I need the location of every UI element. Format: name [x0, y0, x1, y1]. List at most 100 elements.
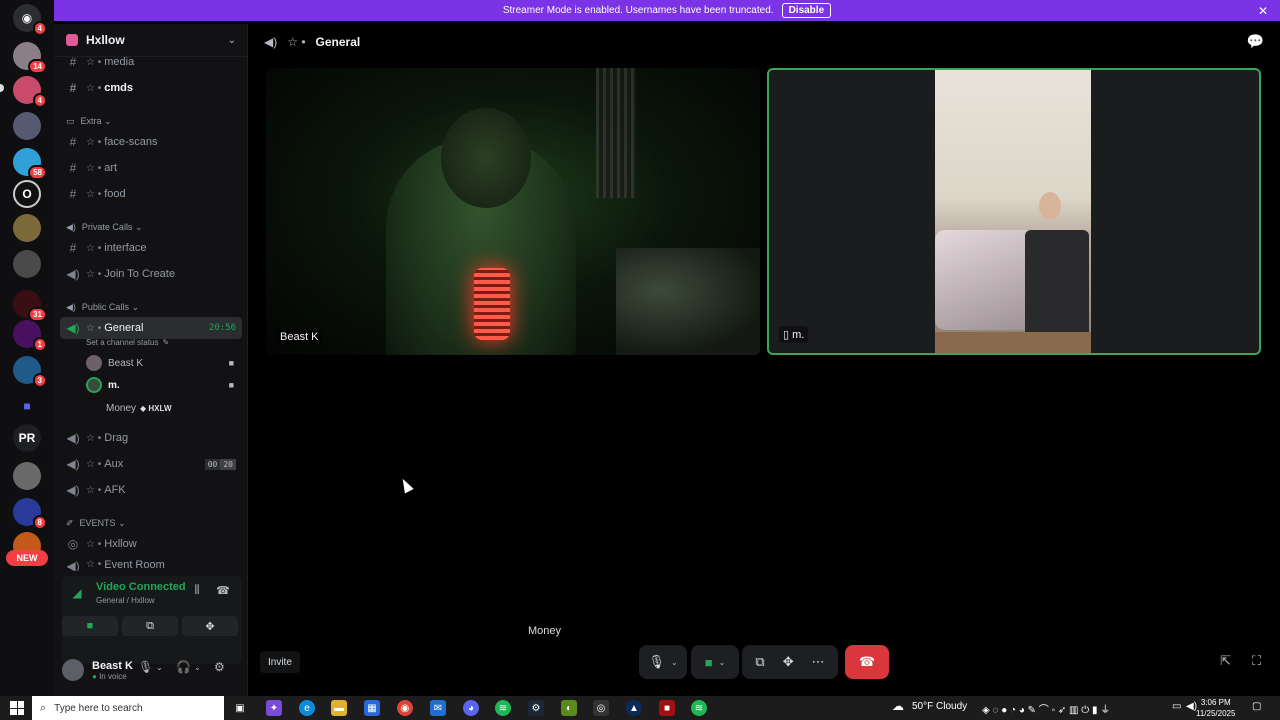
invite-button[interactable]: Invite: [260, 651, 300, 673]
spotify-icon[interactable]: ≋: [691, 700, 707, 716]
notification-icon[interactable]: ▢: [1252, 701, 1261, 712]
nvidia-icon[interactable]: ◐: [561, 700, 577, 716]
server-icon[interactable]: [13, 462, 41, 490]
close-icon[interactable]: ✕: [1258, 4, 1268, 18]
category-events[interactable]: ✐ EVENTS ⌄: [66, 516, 126, 530]
channel-header: ◀) ☆ • General: [264, 32, 360, 52]
channel-hxllow-stage[interactable]: ◎ ☆ • Hxllow: [60, 533, 242, 555]
category-extra[interactable]: ▭ Extra ⌄: [66, 114, 112, 128]
channel-cmds[interactable]: # ☆ • cmds: [60, 77, 242, 99]
channel-media[interactable]: # ☆ • media: [60, 51, 242, 73]
server-icon[interactable]: O: [13, 180, 41, 208]
server-icon[interactable]: [13, 214, 41, 242]
voice-user[interactable]: Beast K ■: [86, 354, 242, 372]
channel-aux[interactable]: ◀) ☆ • Aux 00 20: [60, 453, 242, 475]
voice-status-subtitle[interactable]: General / Hxllow: [96, 596, 155, 605]
category-public-calls[interactable]: ◀) Public Calls ⌄: [66, 300, 139, 314]
activities-icon[interactable]: ✥: [783, 654, 794, 670]
channel-join-to-create[interactable]: ◀) ☆ • Join To Create: [60, 263, 242, 285]
headphones-icon[interactable]: 🎧: [176, 660, 191, 674]
discord-taskbar-icon[interactable]: ◕: [463, 700, 479, 716]
server-icon[interactable]: [13, 250, 41, 278]
channel-food[interactable]: # ☆ • food: [60, 183, 242, 205]
channel-event-room[interactable]: ◀) ☆ • Event Room: [60, 559, 242, 571]
gear-icon[interactable]: ⚙: [214, 660, 225, 674]
camera-button[interactable]: ■: [62, 616, 118, 636]
file-explorer-icon[interactable]: ▬: [331, 700, 347, 716]
channel-drag[interactable]: ◀) ☆ • Drag: [60, 427, 242, 449]
disable-button[interactable]: Disable: [781, 3, 832, 18]
more-icon[interactable]: ⋯: [812, 654, 825, 670]
camera-toggle-button[interactable]: ■ ⌄: [691, 645, 739, 679]
chevron-down-icon[interactable]: ⌄: [194, 663, 201, 672]
speaker-icon: ◀): [66, 431, 80, 445]
avatar[interactable]: [62, 659, 84, 681]
server-icon[interactable]: 3: [13, 356, 47, 388]
channel-face-scans[interactable]: # ☆ • face-scans: [60, 131, 242, 153]
noise-suppression-icon[interactable]: ⫼: [188, 584, 206, 602]
voice-status-title[interactable]: Video Connected: [96, 581, 186, 593]
chat-bubble-icon[interactable]: 💬: [1247, 33, 1264, 50]
star-icon: ☆ •: [287, 35, 306, 49]
speaker-icon: ◀): [66, 301, 76, 312]
server-icon[interactable]: 8: [13, 498, 47, 530]
mute-button[interactable]: 🎙 ⌄: [639, 645, 687, 679]
app-icon[interactable]: ■: [659, 700, 675, 716]
channel-title: General: [315, 35, 361, 49]
voice-user[interactable]: m. ■: [86, 376, 242, 394]
weather-text[interactable]: 50°F Cloudy: [912, 701, 967, 712]
clock-date: 11/25/2025: [1196, 709, 1236, 718]
server-icon[interactable]: 58: [13, 148, 47, 180]
star-icon: ☆ •: [86, 82, 102, 94]
fullscreen-icon[interactable]: ⛶: [1252, 653, 1261, 669]
app-icon[interactable]: ◎: [593, 700, 609, 716]
pop-out-icon[interactable]: ⇱: [1220, 653, 1231, 669]
voice-user[interactable]: Money ◆ HXLW: [106, 399, 262, 417]
channel-interface[interactable]: # ☆ • interface: [60, 237, 242, 259]
channel-label: media: [104, 56, 135, 68]
windows-start-icon[interactable]: [10, 701, 24, 715]
channel-status[interactable]: Set a channel status ✎: [86, 338, 169, 347]
disconnect-icon[interactable]: ☎: [214, 584, 232, 602]
end-call-button[interactable]: ☎: [845, 645, 889, 679]
activities-button[interactable]: ✥: [182, 616, 238, 636]
category-private-calls[interactable]: ◀) Private Calls ⌄: [66, 220, 142, 234]
star-icon: ☆ •: [86, 268, 102, 280]
channel-general[interactable]: ◀) ☆ • General 20:56: [60, 317, 242, 339]
discord-home-icon[interactable]: ◉ 4: [13, 4, 47, 36]
folder-icon[interactable]: ■: [13, 392, 41, 420]
chevron-down-icon[interactable]: ⌄: [156, 663, 163, 672]
app-icon[interactable]: ▲: [626, 700, 642, 716]
channel-afk[interactable]: ◀) ☆ • AFK: [60, 479, 242, 501]
camera-icon: ■: [228, 358, 234, 368]
hash-icon: #: [69, 187, 77, 201]
server-icon[interactable]: 4: [13, 76, 47, 108]
video-tile-speaking[interactable]: ▯ m.: [767, 68, 1261, 355]
copilot-icon[interactable]: ✦: [266, 700, 282, 716]
streamer-mode-banner: Streamer Mode is enabled. Usernames have…: [54, 0, 1280, 21]
server-pr[interactable]: PR: [13, 424, 41, 452]
chrome-icon[interactable]: ◉: [397, 700, 413, 716]
network-icon[interactable]: ▭: [1172, 701, 1181, 712]
share-screen-button[interactable]: ⧉: [122, 616, 178, 636]
channel-label: Join To Create: [104, 268, 175, 280]
user-count: 00: [204, 458, 221, 470]
server-icon[interactable]: 1: [13, 320, 47, 352]
microphone-icon[interactable]: 🎙: [138, 660, 153, 674]
channel-art[interactable]: # ☆ • art: [60, 157, 242, 179]
system-tray-icons[interactable]: ◈ ◌ ● ◔ ◕ ✎ ⌒ ◦ ➶ ▥ ⏻ ▮ ⏚: [982, 701, 1110, 716]
video-tile[interactable]: Beast K: [266, 68, 760, 355]
server-icon[interactable]: 31: [13, 290, 47, 322]
taskbar-search[interactable]: ⌕ Type here to search: [32, 696, 224, 720]
user-name[interactable]: Beast K: [92, 660, 133, 672]
task-view-icon[interactable]: ▣: [232, 700, 248, 716]
outlook-icon[interactable]: ✉: [430, 700, 446, 716]
store-icon[interactable]: ▦: [364, 700, 380, 716]
server-icon[interactable]: 14: [13, 42, 47, 74]
spotify-icon[interactable]: ≋: [495, 700, 511, 716]
edge-icon[interactable]: e: [299, 700, 315, 716]
clock[interactable]: 3:06 PM 11/25/2025: [1196, 697, 1235, 719]
screen-share-icon[interactable]: ⧉: [755, 654, 764, 670]
server-icon[interactable]: [13, 112, 41, 140]
steam-icon[interactable]: ⚙: [528, 700, 544, 716]
